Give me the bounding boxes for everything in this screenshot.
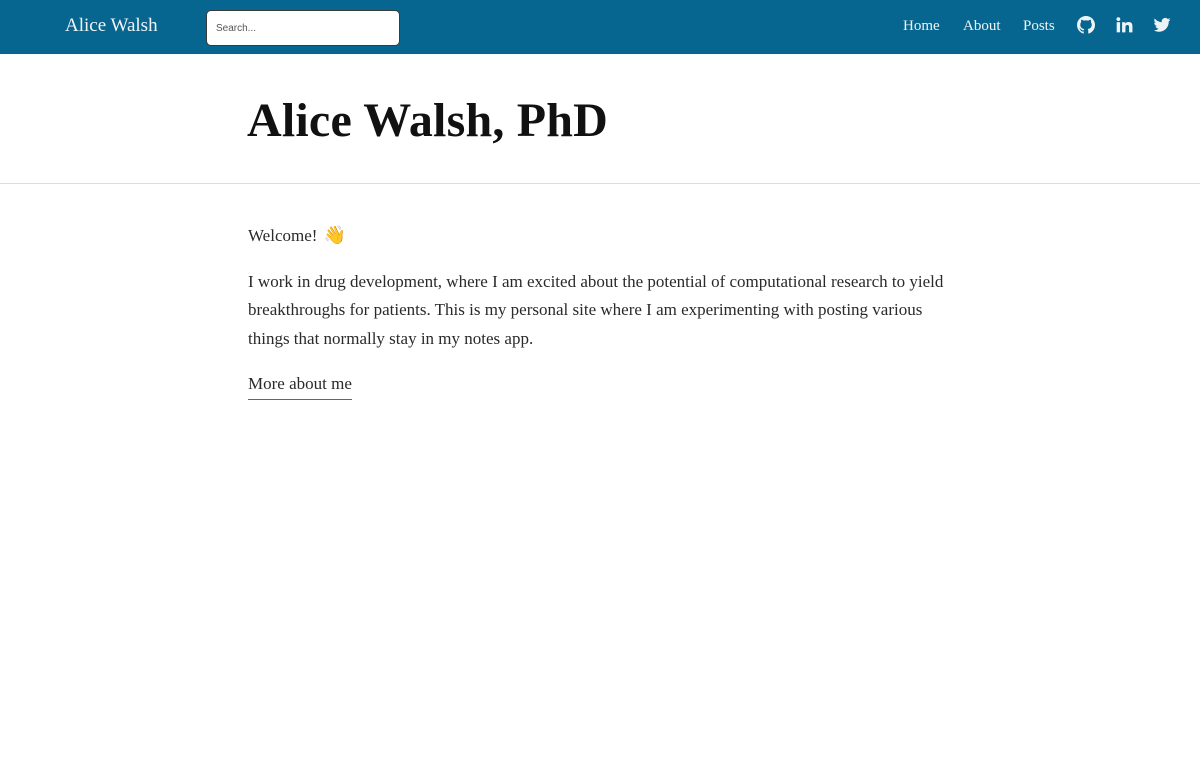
nav-link-home[interactable]: Home (903, 15, 940, 37)
waving-hand-icon: 👋 (323, 225, 347, 246)
twitter-icon[interactable] (1153, 16, 1171, 34)
intro-paragraph: I work in drug development, where I am e… (248, 271, 944, 348)
search-input[interactable] (206, 10, 400, 46)
top-navbar: Alice Walsh Home About Posts (0, 0, 1200, 54)
welcome-text: Welcome! (248, 226, 318, 245)
linkedin-icon[interactable] (1115, 16, 1133, 34)
site-brand-link[interactable]: Alice Walsh (65, 14, 158, 38)
page-title: Alice Walsh, PhD (247, 94, 609, 147)
welcome-line: Welcome! 👋 (248, 222, 952, 251)
github-icon[interactable] (1077, 16, 1095, 34)
nav-link-posts[interactable]: Posts (1023, 15, 1055, 37)
main-content: Welcome! 👋 I work in drug development, w… (248, 222, 952, 400)
more-about-me-link[interactable]: More about me (248, 371, 352, 400)
nav-link-about[interactable]: About (963, 15, 1001, 37)
page-header: Alice Walsh, PhD (0, 54, 1200, 184)
